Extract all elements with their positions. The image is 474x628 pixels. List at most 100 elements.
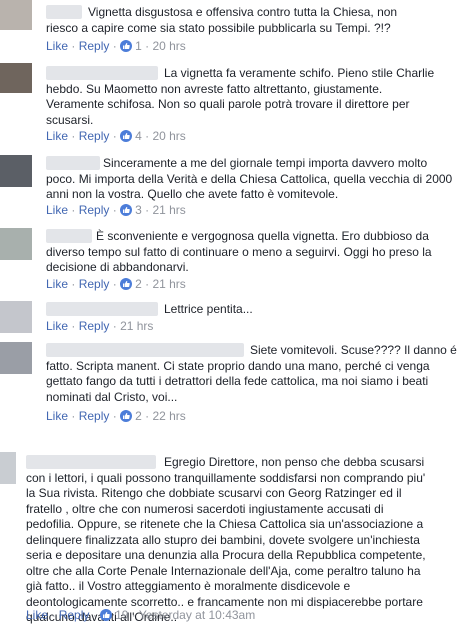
separator: ·: [112, 409, 117, 423]
comment-line: con i lettori, i quali possono tranquill…: [26, 470, 426, 485]
comment-line: riesco a capire come sia stato possibile…: [46, 20, 391, 35]
separator: ·: [145, 129, 150, 143]
commenter-name[interactable]: [46, 66, 158, 80]
comment-text: fatto. Scripta manent. Ci state proprio …: [46, 359, 430, 406]
comment-line: È sconveniente e vergognosa quella vigne…: [96, 229, 429, 243]
comment-line: già fatto.. il Vostro atteggiamento è mo…: [26, 579, 351, 593]
like-link[interactable]: Like: [26, 608, 48, 622]
comment-actions: Like · Reply · 2 · 21 hrs: [46, 277, 186, 291]
separator: ·: [145, 409, 150, 423]
avatar[interactable]: [0, 301, 32, 333]
like-link[interactable]: Like: [46, 129, 68, 143]
comment-line: Lettrice pentita...: [164, 302, 253, 316]
avatar[interactable]: [0, 452, 16, 484]
separator: ·: [71, 277, 76, 291]
comment-line: La vignetta fa veramente schifo. Pieno s…: [164, 66, 435, 80]
comment-actions: Like · Reply · 1 · 20 hrs: [46, 39, 186, 53]
reply-link[interactable]: Reply: [79, 319, 110, 333]
reply-link[interactable]: Reply: [79, 277, 110, 291]
comment-line: pedofilia. Oppure, se ritenete che la Ch…: [26, 517, 424, 531]
avatar[interactable]: [0, 228, 32, 260]
commenter-name[interactable]: [46, 156, 100, 170]
separator: ·: [131, 608, 136, 622]
comment-text: diverso tempo sul fatto di continuare o …: [46, 245, 432, 276]
reply-link[interactable]: Reply: [79, 39, 110, 53]
like-count[interactable]: 2: [135, 277, 142, 291]
like-count[interactable]: 2: [135, 409, 142, 423]
avatar[interactable]: [0, 342, 32, 374]
comment-line: seria e depositare una denunzia alla Pro…: [26, 548, 426, 562]
comment-text: Egregio Direttore, non penso che debba s…: [164, 455, 424, 471]
comment-actions: Like · Reply · 19 · Yesterday at 10:43am: [26, 608, 255, 622]
comment-text: È sconveniente e vergognosa quella vigne…: [96, 229, 429, 245]
comment-text: riesco a capire come sia stato possibile…: [46, 21, 391, 37]
reply-link[interactable]: Reply: [59, 608, 90, 622]
like-count[interactable]: 1: [135, 39, 142, 53]
like-count[interactable]: 3: [135, 203, 142, 217]
reply-link[interactable]: Reply: [79, 203, 110, 217]
like-link[interactable]: Like: [46, 203, 68, 217]
avatar[interactable]: [0, 155, 32, 187]
separator: ·: [112, 39, 117, 53]
comment-text: poco. Mi importa della Verità e della Ch…: [46, 172, 452, 203]
comment-line: nominati dal Cristo, voi...: [46, 389, 178, 404]
timestamp[interactable]: Yesterday at 10:43am: [139, 608, 255, 622]
commenter-name[interactable]: [46, 343, 244, 357]
comment-line: fratello , oltre che con numerosi sacerd…: [26, 501, 384, 516]
like-count[interactable]: 4: [135, 129, 142, 143]
comment-text: con i lettori, i quali possono tranquill…: [26, 471, 426, 626]
comment-line: scusarsi.: [46, 112, 94, 127]
comment-line: la Sua rivista. Ritengo che dobbiate scu…: [26, 486, 402, 500]
like-link[interactable]: Like: [46, 277, 68, 291]
separator: ·: [112, 129, 117, 143]
comment-actions: Like · Reply · 21 hrs: [46, 319, 153, 333]
comment-text: Vignetta disgustosa e offensiva contro t…: [88, 5, 397, 21]
commenter-name[interactable]: [46, 302, 158, 316]
avatar[interactable]: [0, 63, 32, 93]
commenter-name[interactable]: [46, 229, 92, 243]
comment-line: diverso tempo sul fatto di continuare o …: [46, 244, 432, 259]
separator: ·: [145, 39, 150, 53]
comment-line: delinquere finalizzata allo stupro dei b…: [26, 532, 420, 547]
timestamp[interactable]: 22 hrs: [152, 409, 185, 423]
comment-text: Lettrice pentita...: [164, 302, 253, 318]
commenter-name[interactable]: [26, 455, 156, 469]
reply-link[interactable]: Reply: [79, 129, 110, 143]
separator: ·: [71, 319, 76, 333]
timestamp[interactable]: 21 hrs: [152, 277, 185, 291]
comment-line: Veramente schifosa. Non so quali parole …: [46, 97, 410, 111]
separator: ·: [145, 203, 150, 217]
comment-line: hebdo. Su Maometto non avreste fatto alt…: [46, 81, 383, 96]
comment-line: Egregio Direttore, non penso che debba s…: [164, 455, 425, 469]
comment-line: Siete vomitevoli. Scuse???? Il danno é: [250, 343, 457, 357]
comment-actions: Like · Reply · 4 · 20 hrs: [46, 129, 186, 143]
separator: ·: [71, 203, 76, 217]
like-link[interactable]: Like: [46, 39, 68, 53]
thumbs-up-icon: [120, 278, 133, 290]
timestamp[interactable]: 20 hrs: [152, 39, 185, 53]
comment-line: decisione di abbandonarvi.: [46, 260, 189, 274]
commenter-name[interactable]: [46, 5, 82, 19]
timestamp[interactable]: 21 hrs: [152, 203, 185, 217]
separator: ·: [145, 277, 150, 291]
thumbs-up-icon: [120, 40, 133, 52]
like-link[interactable]: Like: [46, 319, 68, 333]
timestamp[interactable]: 21 hrs: [120, 319, 153, 333]
separator: ·: [112, 277, 117, 291]
separator: ·: [112, 203, 117, 217]
comment-actions: Like · Reply · 2 · 22 hrs: [46, 409, 186, 423]
comment-text: Sinceramente a me del giornale tempi imp…: [103, 156, 427, 172]
like-count[interactable]: 19: [115, 608, 128, 622]
thumbs-up-icon: [100, 609, 113, 621]
reply-link[interactable]: Reply: [79, 409, 110, 423]
timestamp[interactable]: 20 hrs: [152, 129, 185, 143]
comment-line: gettato fango da tutti i detrattori dell…: [46, 374, 429, 388]
separator: ·: [71, 39, 76, 53]
like-link[interactable]: Like: [46, 409, 68, 423]
comment-line: fatto. Scripta manent. Ci state proprio …: [46, 358, 430, 373]
separator: ·: [51, 608, 56, 622]
comment-line: Vignetta disgustosa e offensiva contro t…: [88, 5, 398, 19]
comment-text: La vignetta fa veramente schifo. Pieno s…: [164, 66, 434, 82]
comment-line: anni non la vostra. Quello che avete fat…: [46, 187, 339, 201]
avatar[interactable]: [0, 0, 32, 30]
